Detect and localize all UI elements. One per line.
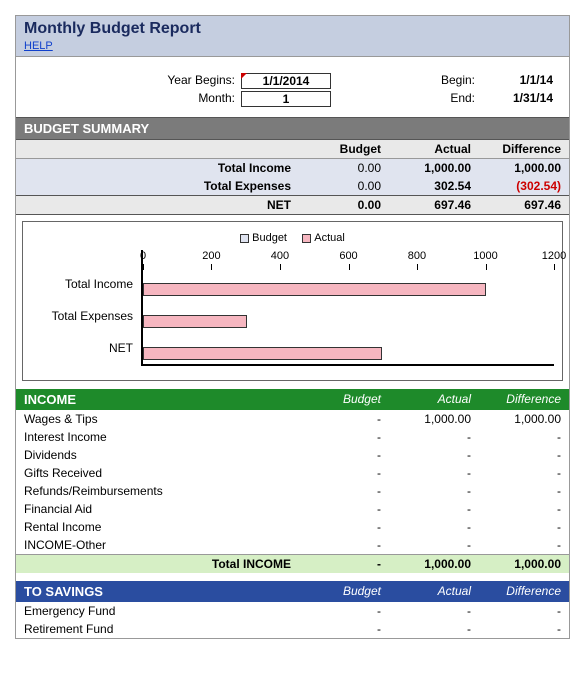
x-tick: 400 [271, 250, 289, 262]
chart-bar [143, 283, 486, 296]
table-row: INCOME-Other--- [16, 536, 569, 555]
chart-y-label: Total Income [31, 268, 141, 300]
x-tick: 1000 [473, 250, 497, 262]
total-row: Total INCOME-1,000.001,000.00 [16, 555, 569, 574]
x-tick: 600 [339, 250, 357, 262]
summary-head-row: Budget Actual Difference [16, 140, 569, 159]
income-header: INCOME Budget Actual Difference [16, 389, 569, 410]
table-row: Rental Income--- [16, 518, 569, 536]
income-table: Wages & Tips-1,000.001,000.00Interest In… [16, 410, 569, 573]
chart-bar [143, 347, 382, 360]
budget-summary-header: BUDGET SUMMARY [16, 117, 569, 140]
table-row: Financial Aid--- [16, 500, 569, 518]
summary-row: Total Expenses 0.00 302.54 (302.54) [16, 177, 569, 196]
help-link[interactable]: HELP [24, 40, 53, 52]
summary-table: Budget Actual Difference Total Income 0.… [16, 140, 569, 215]
date-block: Year Begins: 1/1/2014 Begin: 1/1/14 Mont… [16, 57, 569, 117]
col-actual: Actual [389, 140, 479, 159]
page-title: Monthly Budget Report [24, 20, 561, 38]
summary-net-row: NET 0.00 697.46 697.46 [16, 196, 569, 215]
x-tick: 1200 [542, 250, 566, 262]
chart-bar-row [143, 268, 554, 300]
end-value: 1/31/14 [481, 91, 561, 107]
chart-container: Budget Actual Total IncomeTotal Expenses… [22, 221, 563, 381]
savings-header: TO SAVINGS Budget Actual Difference [16, 581, 569, 602]
col-budget: Budget [299, 140, 389, 159]
table-row: Gifts Received--- [16, 464, 569, 482]
x-tick: 800 [408, 250, 426, 262]
chart-legend: Budget Actual [31, 232, 554, 244]
chart-bar [143, 315, 247, 328]
month-label: Month: [24, 91, 241, 107]
begin-label: Begin: [411, 73, 481, 89]
summary-row: Total Income 0.00 1,000.00 1,000.00 [16, 159, 569, 178]
table-row: Refunds/Reimbursements--- [16, 482, 569, 500]
chart-y-label: NET [31, 332, 141, 364]
chart-bar-row [143, 300, 554, 332]
chart-plot: Total IncomeTotal ExpensesNET 0 200 400 600… [31, 250, 554, 366]
x-tick: 200 [202, 250, 220, 262]
end-label: End: [411, 91, 481, 107]
table-row: Retirement Fund--- [16, 620, 569, 638]
table-row: Wages & Tips-1,000.001,000.00 [16, 410, 569, 428]
table-row: Interest Income--- [16, 428, 569, 446]
year-begins-label: Year Begins: [24, 73, 241, 89]
title-bar: Monthly Budget Report HELP [16, 16, 569, 57]
savings-table: Emergency Fund---Retirement Fund--- [16, 602, 569, 638]
report-container: Monthly Budget Report HELP Year Begins: … [15, 15, 570, 639]
chart-y-label: Total Expenses [31, 300, 141, 332]
legend-swatch-actual [302, 234, 311, 243]
legend-swatch-budget [240, 234, 249, 243]
chart-bar-row [143, 332, 554, 364]
begin-value: 1/1/14 [481, 73, 561, 89]
year-begins-input[interactable]: 1/1/2014 [241, 73, 331, 89]
col-difference: Difference [479, 140, 569, 159]
month-input[interactable]: 1 [241, 91, 331, 107]
table-row: Dividends--- [16, 446, 569, 464]
table-row: Emergency Fund--- [16, 602, 569, 620]
x-tick: 0 [140, 250, 146, 262]
